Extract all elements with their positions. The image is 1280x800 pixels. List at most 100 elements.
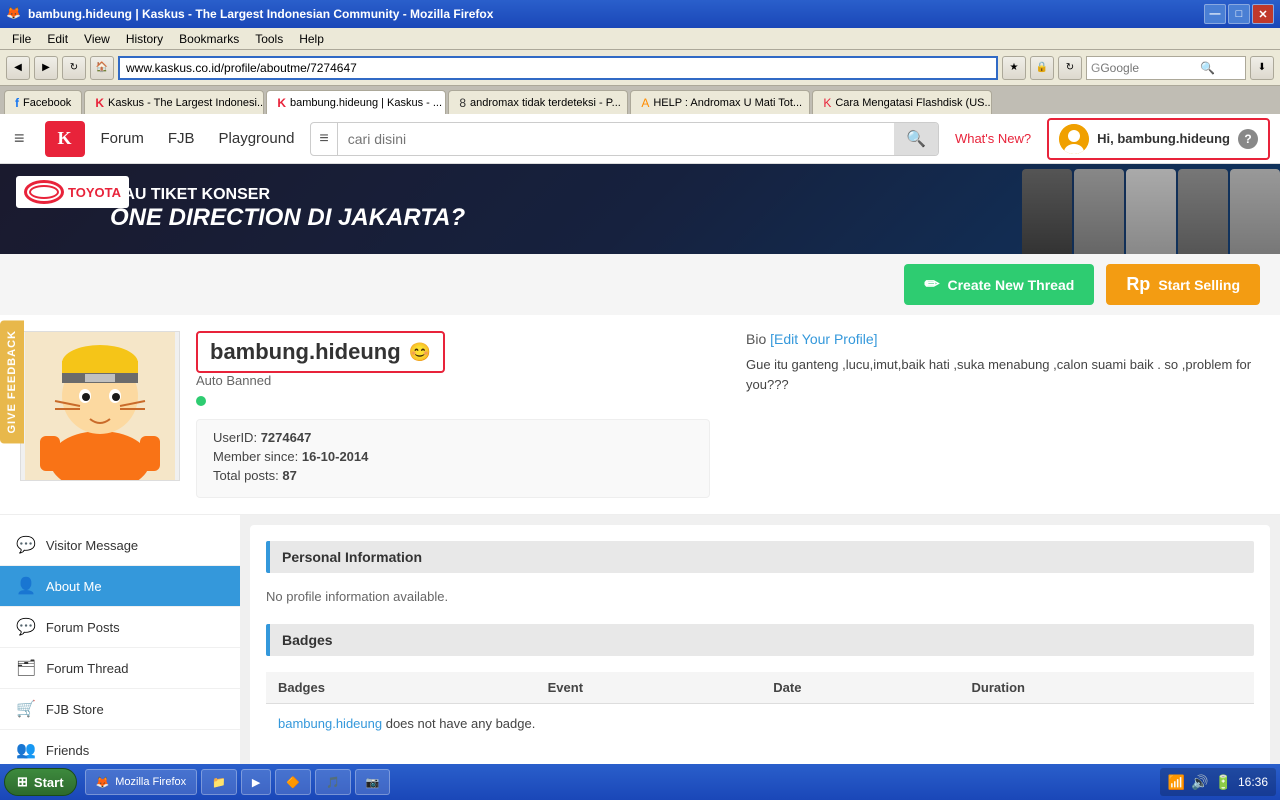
badge-username-link[interactable]: bambung.hideung: [278, 716, 382, 731]
no-badge-cell: bambung.hideung does not have any badge.: [266, 704, 1254, 744]
banner: TOYOTA MAU TIKET KONSER ONE DIRECTION DI…: [0, 164, 1280, 254]
taskbar-item-5[interactable]: 📷: [355, 769, 391, 795]
search-input[interactable]: [338, 131, 894, 147]
browser-toolbar: ◀ ▶ ↻ 🏠 ★ 🔒 ↻ G 🔍 ⬇: [0, 50, 1280, 86]
refresh-button[interactable]: ↻: [62, 56, 86, 80]
person4: [1178, 169, 1228, 254]
tab-label: bambung.hideung | Kaskus - ...: [290, 97, 442, 109]
windows-icon: ⊞: [17, 774, 28, 790]
feedback-tab[interactable]: GIVE FEEDBACK: [0, 320, 24, 443]
member-since-label: Member since:: [213, 449, 298, 464]
edit-profile-link[interactable]: [Edit Your Profile]: [770, 331, 877, 347]
taskbar-item-3[interactable]: 🔶: [275, 769, 311, 795]
user-details: UserID: 7274647 Member since: 16-10-2014…: [196, 419, 710, 498]
main-content: 💬 Visitor Message 👤 About Me 💬 Forum Pos…: [0, 515, 1280, 800]
friends-icon: 👥: [16, 740, 36, 760]
profile-section: bambung.hideung 😊 Auto Banned UserID: 72…: [0, 315, 1280, 515]
taskbar-item-1[interactable]: 📁: [201, 769, 237, 795]
tray-icon-network: 📶: [1168, 774, 1185, 791]
kaskus-logo[interactable]: K: [45, 121, 85, 157]
table-row: bambung.hideung does not have any badge.: [266, 704, 1254, 744]
menu-bookmarks[interactable]: Bookmarks: [171, 30, 247, 48]
nav-playground[interactable]: Playground: [219, 130, 295, 147]
user-section: Hi, bambung.hideung ?: [1047, 118, 1270, 160]
taskbar-item-icon-4: 🎵: [326, 776, 340, 789]
tab-help-andromax[interactable]: A HELP : Andromax U Mati Tot... ✕: [630, 90, 810, 114]
home-button[interactable]: 🏠: [90, 56, 114, 80]
user-status: Auto Banned: [196, 373, 710, 388]
personal-info-header: Personal Information: [266, 541, 1254, 573]
menu-edit[interactable]: Edit: [39, 30, 76, 48]
menu-history[interactable]: History: [118, 30, 171, 48]
forward-button[interactable]: ▶: [34, 56, 58, 80]
toyota-text: TOYOTA: [68, 185, 121, 200]
taskbar-item-2[interactable]: ▶: [241, 769, 271, 795]
taskbar-item-icon-2: ▶: [252, 776, 260, 789]
certificate-button[interactable]: 🔒: [1030, 56, 1054, 80]
tab-flashdisk[interactable]: K Cara Mengatasi Flashdisk (US... ✕: [812, 90, 992, 114]
person5: [1230, 169, 1280, 254]
forum-posts-icon: 💬: [16, 617, 36, 637]
no-badge-text: does not have any badge.: [386, 716, 536, 731]
sidebar-item-fjb-store[interactable]: 🛒 FJB Store: [0, 689, 240, 730]
maximize-button[interactable]: □: [1228, 4, 1250, 24]
download-button[interactable]: ⬇: [1250, 56, 1274, 80]
fjb-store-icon: 🛒: [16, 699, 36, 719]
hamburger-menu[interactable]: ≡: [10, 124, 29, 153]
sidebar-item-visitor-message[interactable]: 💬 Visitor Message: [0, 525, 240, 566]
person3: [1126, 169, 1176, 254]
create-thread-button[interactable]: ✏ Create New Thread: [904, 264, 1094, 305]
taskbar-item-4[interactable]: 🎵: [315, 769, 351, 795]
tab-kaskus-main[interactable]: K Kaskus - The Largest Indonesi... ✕: [84, 90, 264, 114]
help-icon[interactable]: ?: [1238, 129, 1258, 149]
browser-search-input[interactable]: [1100, 61, 1200, 75]
tab-favicon: K: [823, 96, 831, 110]
badges-section: Badges Badges Event Date Duration: [266, 624, 1254, 743]
menu-help[interactable]: Help: [291, 30, 332, 48]
close-button[interactable]: ✕: [1252, 4, 1274, 24]
address-bar[interactable]: [118, 56, 998, 80]
taskbar-item-0[interactable]: 🦊 Mozilla Firefox: [85, 769, 198, 795]
banner-text: MAU TIKET KONSER ONE DIRECTION DI JAKART…: [110, 186, 465, 232]
about-me-icon: 👤: [16, 576, 36, 596]
browser-search-bar[interactable]: G 🔍: [1086, 56, 1246, 80]
address-input[interactable]: [126, 61, 990, 75]
bookmark-button[interactable]: ★: [1002, 56, 1026, 80]
sidebar-item-forum-posts[interactable]: 💬 Forum Posts: [0, 607, 240, 648]
kaskus-logo-letter: K: [58, 128, 72, 149]
start-button[interactable]: ⊞ Start: [4, 768, 77, 796]
menu-tools[interactable]: Tools: [247, 30, 291, 48]
search-menu-icon[interactable]: ≡: [311, 123, 337, 155]
tray-icon-power: 🔋: [1215, 774, 1232, 791]
menu-view[interactable]: View: [76, 30, 118, 48]
start-selling-button[interactable]: Rp Start Selling: [1106, 264, 1260, 305]
reload-button[interactable]: ↻: [1058, 56, 1082, 80]
sidebar-item-about-me[interactable]: 👤 About Me: [0, 566, 240, 607]
nav-forum[interactable]: Forum: [101, 130, 144, 147]
total-posts-value: 87: [282, 468, 296, 483]
tab-facebook[interactable]: f Facebook: [4, 90, 82, 114]
search-icon: 🔍: [1200, 61, 1215, 75]
person1: [1022, 169, 1072, 254]
userid-row: UserID: 7274647: [213, 430, 693, 445]
title-bar: 🦊 bambung.hideung | Kaskus - The Largest…: [0, 0, 1280, 28]
sidebar-item-forum-thread[interactable]: 🗂 Forum Thread: [0, 648, 240, 689]
search-container: ≡ 🔍: [310, 122, 939, 156]
tab-andromax[interactable]: 8 andromax tidak terdeteksi - P... ✕: [448, 90, 628, 114]
search-button[interactable]: 🔍: [894, 123, 938, 155]
tab-favicon: A: [641, 96, 649, 110]
tab-label: Cara Mengatasi Flashdisk (US...: [835, 97, 992, 109]
username: bambung.hideung: [210, 339, 401, 365]
minimize-button[interactable]: —: [1204, 4, 1226, 24]
back-button[interactable]: ◀: [6, 56, 30, 80]
bio-section: Bio [Edit Your Profile] Gue itu ganteng …: [726, 331, 1260, 498]
whats-new-link[interactable]: What's New?: [955, 131, 1031, 146]
nav-links: Forum FJB Playground: [101, 130, 295, 147]
badges-table: Badges Event Date Duration bambung.hideu…: [266, 672, 1254, 743]
visitor-message-icon: 💬: [16, 535, 36, 555]
tab-favicon: 8: [459, 96, 466, 110]
menu-file[interactable]: File: [4, 30, 39, 48]
tab-profile[interactable]: K bambung.hideung | Kaskus - ... ✕: [266, 90, 446, 114]
tab-label: Facebook: [23, 97, 71, 109]
nav-fjb[interactable]: FJB: [168, 130, 195, 147]
